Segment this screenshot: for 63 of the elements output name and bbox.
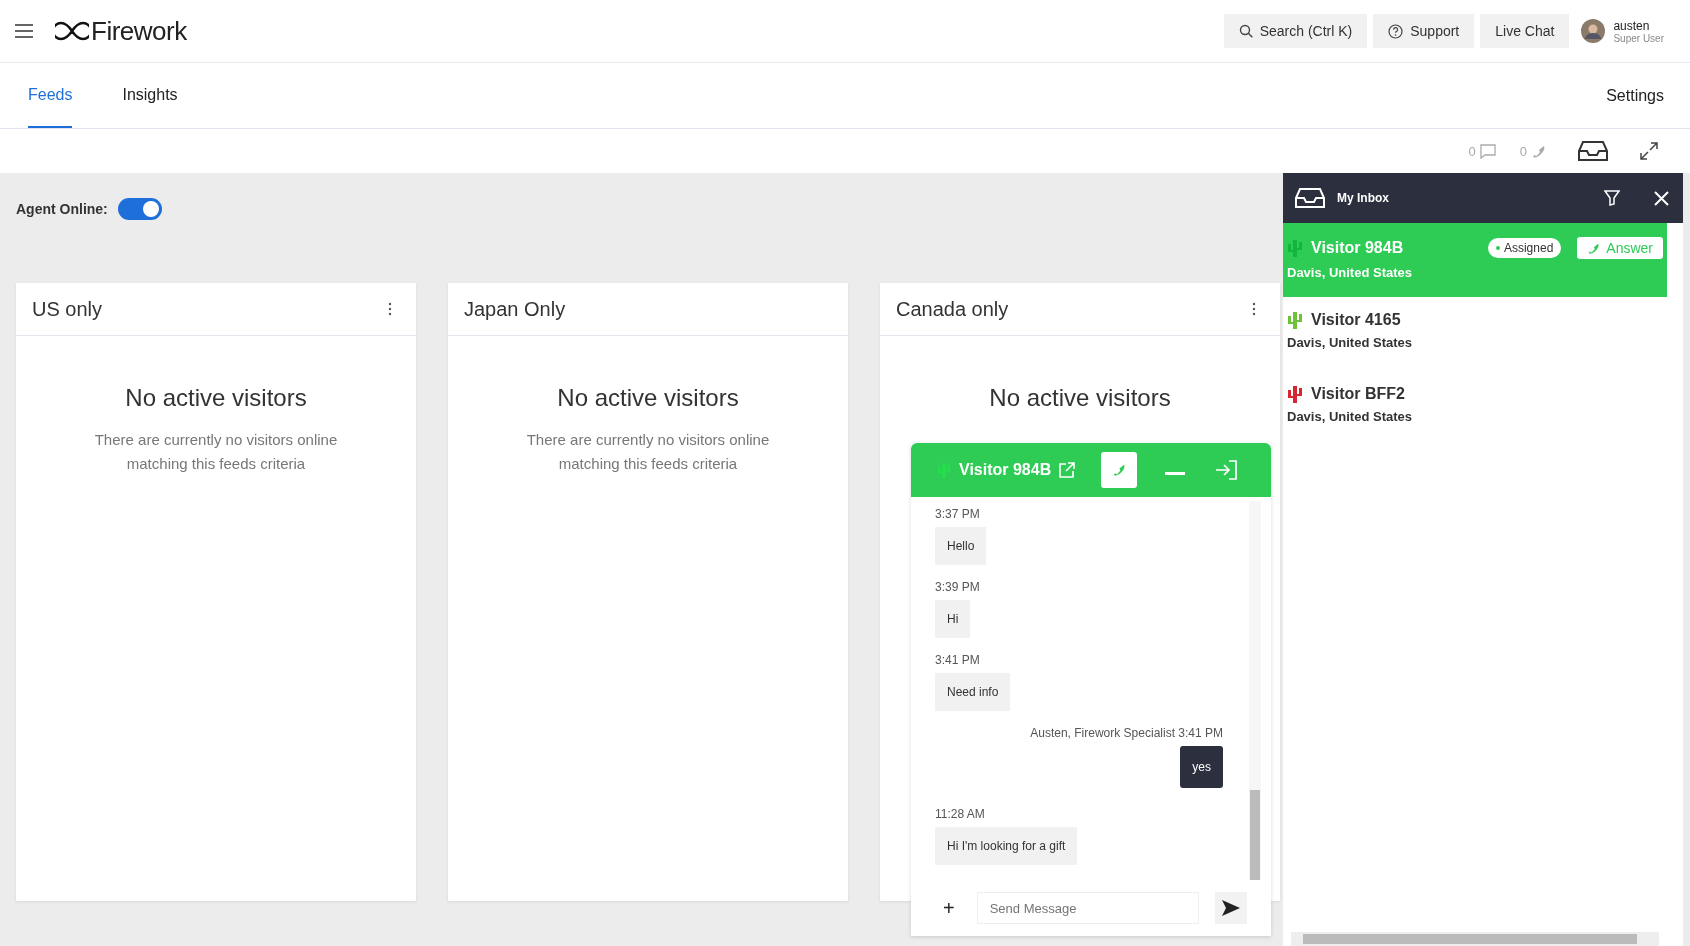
visitor-location: Davis, United States [1287, 335, 1413, 350]
vertical-scrollbar[interactable] [1249, 501, 1261, 880]
visitor-item[interactable]: Visitor BFF2 Davis, United States [1283, 371, 1667, 445]
more-icon[interactable] [1252, 302, 1256, 316]
message-time: 3:41 PM [935, 653, 980, 667]
message-time: 3:39 PM [935, 580, 980, 594]
support-button[interactable]: Support [1373, 14, 1475, 48]
menu-icon[interactable] [15, 24, 33, 38]
visitor-message: Hi I'm looking for a gift [935, 827, 1078, 865]
visitor-location: Davis, United States [1287, 409, 1413, 424]
live-chat-button[interactable]: Live Chat [1480, 14, 1570, 48]
close-icon[interactable] [1654, 190, 1669, 206]
message-time: Austen, Firework Specialist 3:41 PM [1030, 726, 1223, 740]
tab[interactable]: Insights [122, 63, 178, 128]
send-button[interactable] [1215, 892, 1247, 924]
empty-title: No active visitors [989, 384, 1171, 412]
visitor-location: Davis, United States [1287, 265, 1413, 280]
empty-text: There are currently no visitors online matching this feeds criteria [93, 430, 339, 474]
filter-icon[interactable] [1604, 190, 1620, 206]
empty-title: No active visitors [557, 384, 739, 412]
message-time: 3:37 PM [935, 507, 980, 521]
agent-online-toggle[interactable] [117, 198, 162, 220]
message-input[interactable]: Send Message [976, 892, 1199, 924]
logo-text: Firework [91, 15, 187, 47]
empty-text: There are currently no visitors online matching this feeds criteria [525, 430, 771, 474]
agent-online-label: Agent Online: [16, 201, 108, 217]
inbox-icon [1295, 187, 1325, 209]
user-role: Super User [1613, 32, 1664, 44]
feed-title: Japan Only [464, 297, 566, 321]
more-icon[interactable] [388, 302, 392, 316]
search-button[interactable]: Search (Ctrl K) [1223, 14, 1368, 48]
tab[interactable]: Feeds [28, 63, 73, 128]
help-icon [1388, 23, 1404, 39]
chat-visitor-name: Visitor 984B [959, 461, 1052, 479]
inbox-icon[interactable] [1578, 140, 1608, 162]
phone-icon [1112, 463, 1126, 477]
visitor-message: Need info [935, 673, 1011, 711]
visitor-name: Visitor 4165 [1311, 311, 1401, 329]
call-count: 0 [1519, 143, 1527, 159]
visitor-message: Hello [935, 527, 987, 565]
horizontal-scrollbar[interactable] [1291, 932, 1659, 946]
visitor-item[interactable]: Visitor 4165 Davis, United States [1283, 297, 1667, 371]
infinity-logo-icon [55, 21, 89, 41]
expand-icon[interactable] [1640, 142, 1658, 160]
send-icon [1221, 899, 1241, 917]
inbox-title: My Inbox [1337, 191, 1389, 205]
message-time: 11:28 AM [935, 807, 985, 821]
visitor-name: Visitor 984B [1311, 239, 1404, 257]
visitor-item[interactable]: Visitor 984B Assigned Answer Davis, United States [1283, 223, 1667, 297]
attach-button[interactable]: + [937, 895, 961, 921]
visitor-message: Hi [935, 600, 971, 638]
avatar-icon[interactable] [1581, 19, 1606, 43]
phone-icon [1587, 241, 1601, 255]
empty-title: No active visitors [125, 384, 307, 412]
agent-message: yes [1180, 746, 1223, 788]
settings-link[interactable]: Settings [1606, 63, 1664, 128]
search-icon [1238, 24, 1253, 38]
chat-count: 0 [1468, 143, 1476, 159]
feed-title: Canada only [896, 297, 1009, 321]
user-name: austen [1613, 18, 1651, 33]
assigned-badge: Assigned [1487, 238, 1562, 258]
feed-title: US only [32, 297, 103, 321]
visitor-name: Visitor BFF2 [1311, 385, 1405, 403]
